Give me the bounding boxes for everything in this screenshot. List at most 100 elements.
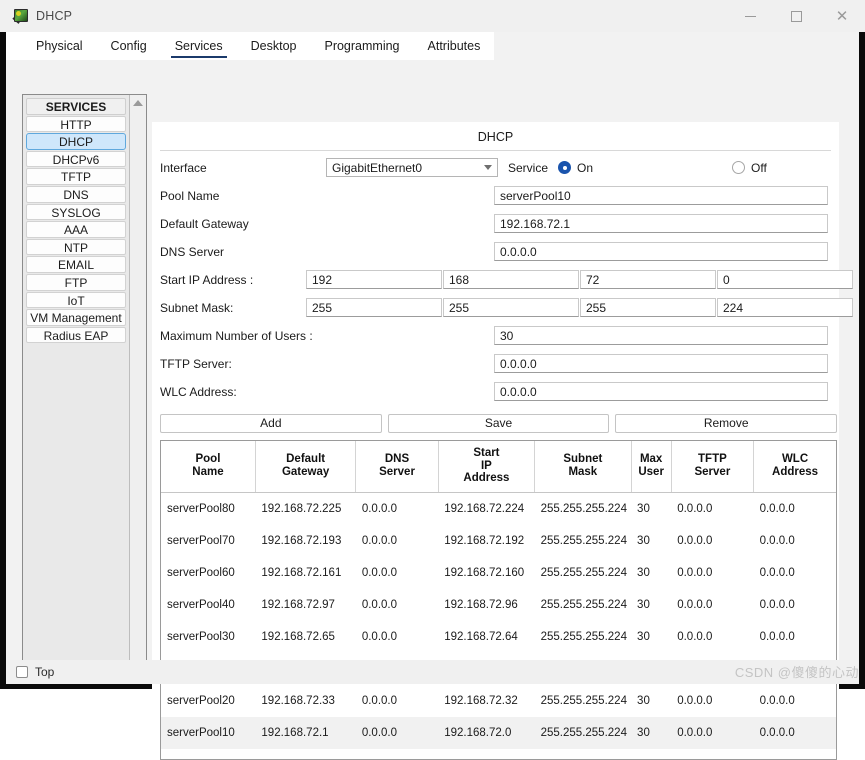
sidebar-item-iot[interactable]: IoT — [26, 292, 126, 309]
cell-wlc-address: 0.0.0.0 — [754, 589, 836, 621]
tab-attributes[interactable]: Attributes — [414, 33, 495, 60]
col-max-user[interactable]: MaxUser — [631, 441, 671, 492]
service-on-radio[interactable] — [558, 161, 571, 174]
scroll-up-arrow-icon[interactable] — [130, 95, 147, 111]
sidebar-item-vm-management[interactable]: VM Management — [26, 309, 126, 326]
col-pool-name[interactable]: PoolName — [161, 441, 255, 492]
cell-pool-name: serverPool40 — [161, 589, 255, 621]
cell-wlc-address: 0.0.0.0 — [754, 717, 836, 749]
panel-title-divider — [160, 150, 831, 151]
remove-button[interactable]: Remove — [615, 414, 837, 433]
sidebar-item-dhcpv6[interactable]: DHCPv6 — [26, 151, 126, 168]
csdn-watermark: CSDN @傻傻的心动 — [735, 662, 859, 681]
cell-start-ip: 192.168.72.0 — [438, 717, 534, 749]
close-button[interactable]: ✕ — [819, 0, 865, 32]
sidebar-item-radius-eap[interactable]: Radius EAP — [26, 327, 126, 344]
service-off-radio[interactable] — [732, 161, 745, 174]
top-checkbox[interactable] — [16, 666, 28, 678]
sidebar-item-email[interactable]: EMAIL — [26, 256, 126, 273]
sidebar-item-dhcp[interactable]: DHCP — [26, 133, 126, 150]
sidebar-item-tftp[interactable]: TFTP — [26, 168, 126, 185]
tab-programming[interactable]: Programming — [310, 33, 413, 60]
sidebar-item-dns[interactable]: DNS — [26, 186, 126, 203]
col-wlc-address[interactable]: WLCAddress — [754, 441, 836, 492]
tab-strip: Physical Config Services Desktop Program… — [6, 32, 494, 60]
col-start-ip-address[interactable]: StartIPAddress — [438, 441, 534, 492]
cell-max-user: 30 — [631, 685, 671, 717]
table-row[interactable]: serverPool60192.168.72.1610.0.0.0192.168… — [161, 557, 836, 589]
sidebar-item-ftp[interactable]: FTP — [26, 274, 126, 291]
dns-server-input[interactable] — [494, 242, 828, 261]
cell-default-gateway: 192.168.72.65 — [255, 621, 355, 653]
col-default-gateway[interactable]: DefaultGateway — [255, 441, 355, 492]
subnet-mask-octet-1[interactable] — [306, 298, 442, 317]
pools-table: PoolName DefaultGateway DNSServer StartI… — [161, 441, 836, 760]
table-row[interactable]: serverPool80192.168.72.2250.0.0.0192.168… — [161, 492, 836, 525]
action-buttons: Add Save Remove — [160, 414, 837, 433]
sidebar-item-syslog[interactable]: SYSLOG — [26, 204, 126, 221]
pools-table-body: serverPool80192.168.72.2250.0.0.0192.168… — [161, 492, 836, 760]
cell-max-user: 30 — [631, 717, 671, 749]
col-dns-server[interactable]: DNSServer — [356, 441, 438, 492]
panel-title: DHCP — [152, 122, 839, 150]
cell-dns-server: 0.0.0.0 — [356, 492, 438, 525]
tab-config[interactable]: Config — [97, 33, 161, 60]
pools-header-row: PoolName DefaultGateway DNSServer StartI… — [161, 441, 836, 492]
start-ip-octet-3[interactable] — [580, 270, 716, 289]
cell-tftp-server: 0.0.0.0 — [671, 685, 753, 717]
start-ip-octet-2[interactable] — [443, 270, 579, 289]
row-interface: Interface GigabitEthernet0 Service On Of… — [160, 156, 837, 179]
sidebar-item-http[interactable]: HTTP — [26, 116, 126, 133]
col-tftp-server[interactable]: TFTPServer — [671, 441, 753, 492]
row-tftp-server: TFTP Server: — [160, 352, 837, 375]
add-button[interactable]: Add — [160, 414, 382, 433]
cell-max-user: 255 — [631, 749, 671, 760]
dhcp-pools-table[interactable]: PoolName DefaultGateway DNSServer StartI… — [160, 440, 837, 760]
wlc-address-input[interactable] — [494, 382, 828, 401]
cell-pool-name: serverPool70 — [161, 525, 255, 557]
tab-desktop[interactable]: Desktop — [237, 33, 311, 60]
maximize-button[interactable] — [773, 0, 819, 32]
subnet-mask-octet-2[interactable] — [443, 298, 579, 317]
tab-services[interactable]: Services — [161, 33, 237, 60]
subnet-mask-octet-3[interactable] — [580, 298, 716, 317]
save-button[interactable]: Save — [388, 414, 610, 433]
cell-max-user: 30 — [631, 621, 671, 653]
cell-dns-server: 0.0.0.0 — [356, 525, 438, 557]
table-row[interactable]: serverPool10192.168.72.10.0.0.0192.168.7… — [161, 717, 836, 749]
sidebar-scrollbar[interactable] — [129, 95, 146, 673]
cell-max-user: 30 — [631, 589, 671, 621]
cell-subnet-mask: 255.255.255.224 — [535, 557, 631, 589]
max-users-input[interactable] — [494, 326, 828, 345]
table-row[interactable]: serverPool0.0.0.00.0.0.0172.16.10.0255.2… — [161, 749, 836, 760]
client-area: Physical Config Services Desktop Program… — [6, 32, 859, 684]
body-area: SERVICES HTTP DHCP DHCPv6 TFTP DNS SYSLO… — [6, 60, 859, 660]
max-users-label: Maximum Number of Users : — [160, 329, 326, 343]
interface-select-value: GigabitEthernet0 — [332, 161, 422, 175]
service-label: Service — [508, 161, 548, 175]
title-bar: DHCP ✕ — [0, 0, 865, 33]
start-ip-octet-4[interactable] — [717, 270, 853, 289]
default-gateway-input[interactable] — [494, 214, 828, 233]
sidebar-item-ntp[interactable]: NTP — [26, 239, 126, 256]
tftp-server-input[interactable] — [494, 354, 828, 373]
subnet-mask-octet-4[interactable] — [717, 298, 853, 317]
cell-start-ip: 192.168.72.96 — [438, 589, 534, 621]
pool-name-input[interactable] — [494, 186, 828, 205]
cell-wlc-address: 0.0.0.0 — [754, 749, 836, 760]
sidebar-item-aaa[interactable]: AAA — [26, 221, 126, 238]
cell-dns-server: 0.0.0.0 — [356, 685, 438, 717]
table-row[interactable]: serverPool30192.168.72.650.0.0.0192.168.… — [161, 621, 836, 653]
table-row[interactable]: serverPool70192.168.72.1930.0.0.0192.168… — [161, 525, 836, 557]
col-subnet-mask[interactable]: SubnetMask — [535, 441, 631, 492]
cell-pool-name: serverPool60 — [161, 557, 255, 589]
wlc-address-label: WLC Address: — [160, 385, 326, 399]
table-row[interactable]: serverPool20192.168.72.330.0.0.0192.168.… — [161, 685, 836, 717]
start-ip-octet-1[interactable] — [306, 270, 442, 289]
table-row[interactable]: serverPool40192.168.72.970.0.0.0192.168.… — [161, 589, 836, 621]
tab-physical[interactable]: Physical — [22, 33, 97, 60]
pools-table-head: PoolName DefaultGateway DNSServer StartI… — [161, 441, 836, 492]
interface-select[interactable]: GigabitEthernet0 — [326, 158, 498, 177]
row-wlc-address: WLC Address: — [160, 380, 837, 403]
minimize-button[interactable] — [727, 0, 773, 32]
